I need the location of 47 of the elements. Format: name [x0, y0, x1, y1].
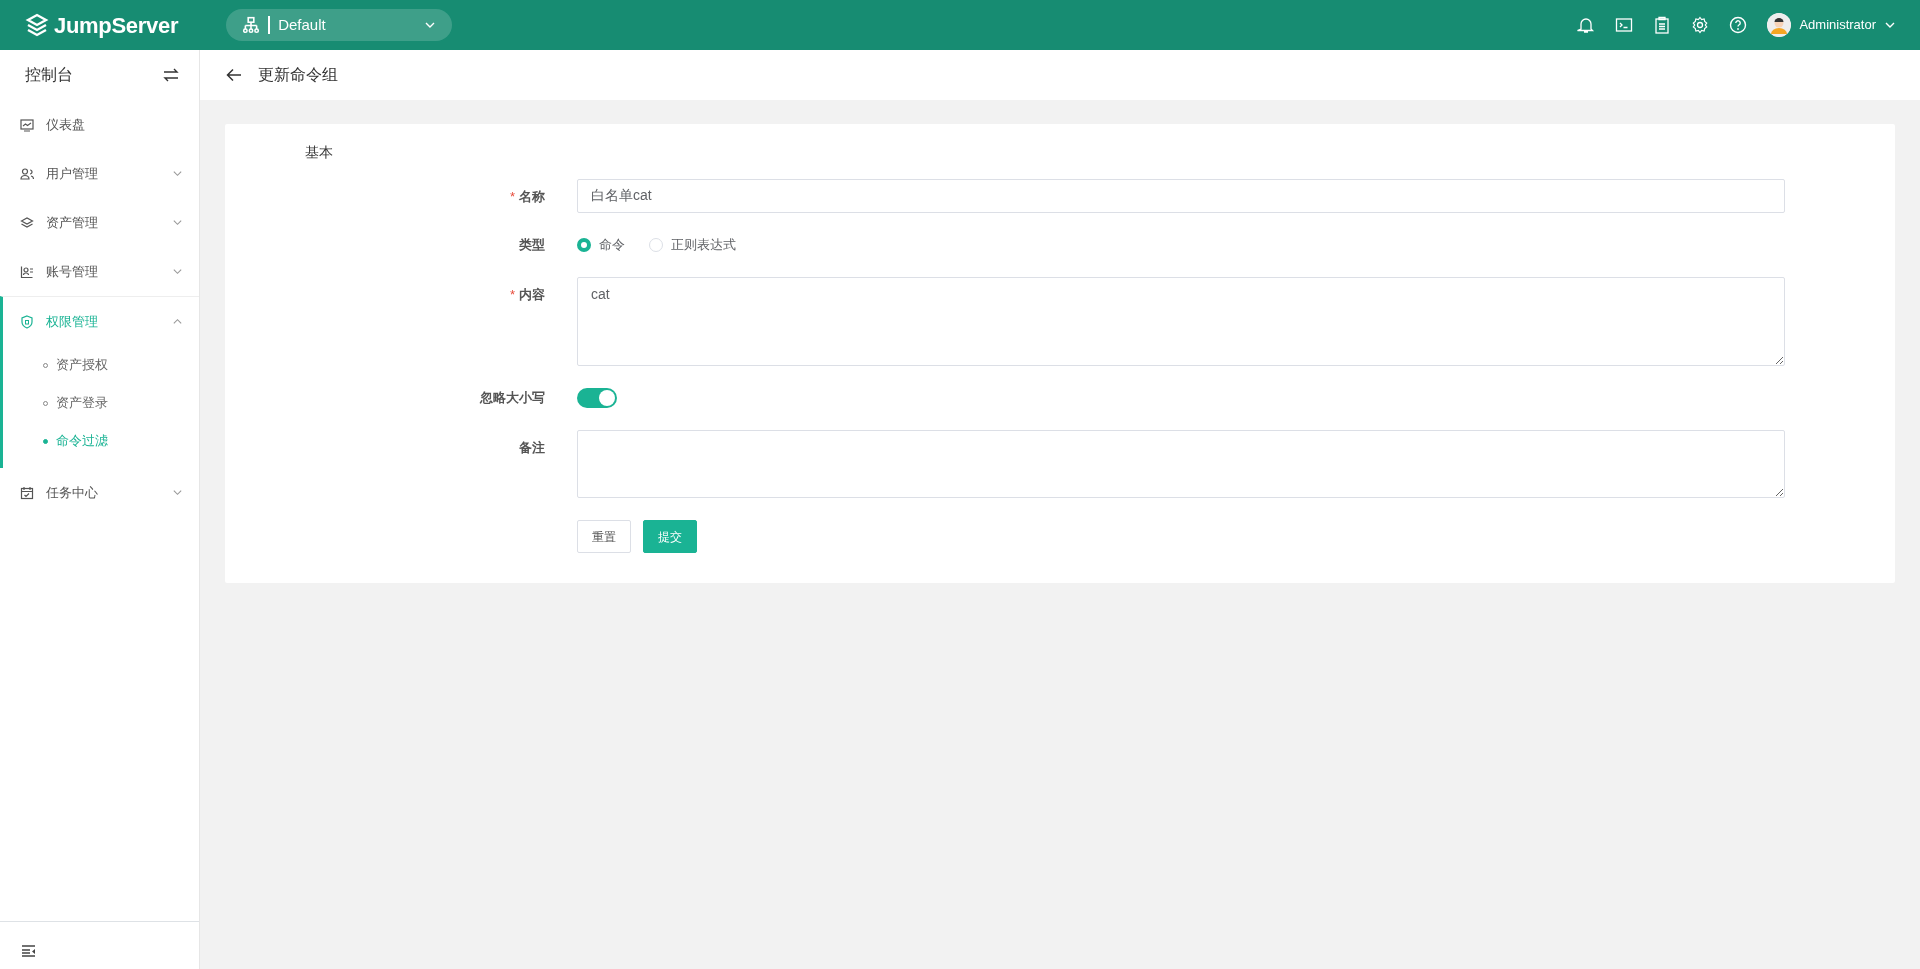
logo-text: JumpServer: [54, 11, 179, 40]
text-field[interactable]: 白名单cat: [577, 179, 1785, 213]
bell-icon[interactable]: [1577, 16, 1596, 34]
submenu-item[interactable]: 资产授权: [3, 346, 199, 384]
layers-icon: [20, 215, 34, 230]
switch-icon[interactable]: [163, 68, 179, 82]
id-card-icon: [20, 264, 34, 279]
hierarchy-icon: [242, 16, 261, 34]
required-mark: *: [509, 189, 515, 204]
logo-icon: [24, 12, 50, 38]
menu-item[interactable]: 资产管理: [0, 198, 199, 247]
field-label: 类型: [519, 237, 545, 252]
shield-icon: [20, 314, 34, 329]
chevron-down-icon: [172, 266, 183, 277]
menu-item[interactable]: 账号管理: [0, 247, 199, 296]
users-icon: [20, 166, 34, 181]
toggle-switch[interactable]: [577, 388, 617, 408]
chevron-down-icon: [172, 217, 183, 228]
reset-button[interactable]: 重置: [577, 520, 631, 553]
chevron-up-icon: [172, 316, 183, 327]
field-label: 内容: [519, 287, 545, 302]
help-icon[interactable]: [1729, 16, 1748, 34]
clipboard-icon[interactable]: [1653, 16, 1672, 34]
back-arrow-icon[interactable]: [226, 68, 242, 82]
chevron-down-icon: [172, 487, 183, 498]
user-menu[interactable]: Administrator: [1767, 13, 1896, 37]
menu-item[interactable]: 任务中心: [0, 468, 199, 517]
page-title: 更新命令组: [258, 65, 338, 85]
submenu-item[interactable]: 资产登录: [3, 384, 199, 422]
calendar-icon: [20, 485, 34, 500]
radio-option[interactable]: 正则表达式: [649, 235, 736, 255]
sidebar-title: 控制台: [25, 65, 73, 85]
required-mark: *: [509, 287, 515, 302]
settings-icon[interactable]: [1691, 16, 1710, 34]
section-title: 基本: [304, 143, 333, 162]
field-label: 忽略大小写: [480, 390, 545, 405]
text-area[interactable]: cat: [577, 277, 1785, 366]
collapse-menu-icon[interactable]: [22, 944, 36, 957]
radio-option[interactable]: 命令: [577, 235, 625, 255]
menu-item[interactable]: 仪表盘: [0, 100, 199, 149]
avatar-icon: [1767, 13, 1792, 37]
field-label: 名称: [519, 189, 545, 204]
terminal-icon[interactable]: [1615, 16, 1634, 34]
menu-item[interactable]: 用户管理: [0, 149, 199, 198]
chevron-down-icon: [172, 168, 183, 179]
monitor-icon: [20, 117, 34, 132]
field-label: 备注: [519, 440, 545, 455]
